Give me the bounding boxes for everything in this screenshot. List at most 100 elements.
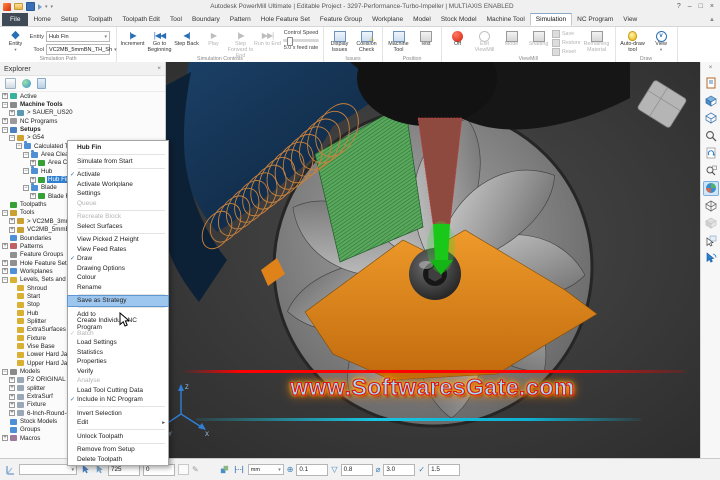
tool-select[interactable]: VC2MB_5mmBN_TH_Sh ▾ — [46, 44, 117, 55]
expand-toggle-icon[interactable]: + — [9, 385, 15, 392]
tree-item-machine-tools[interactable]: − Machine Tools — [2, 100, 165, 108]
block-icon[interactable] — [704, 94, 718, 107]
tab-toolpath[interactable]: Toolpath — [83, 13, 118, 26]
expand-toggle-icon[interactable]: − — [2, 209, 8, 216]
tab-machine-tool[interactable]: Machine Tool — [482, 13, 530, 26]
menu-item-drawing-options[interactable]: Drawing Options — [68, 264, 168, 274]
expand-toggle-icon[interactable]: + — [2, 93, 8, 100]
expand-toggle-icon[interactable]: + — [2, 118, 8, 125]
maximize-button[interactable]: □ — [699, 3, 703, 10]
tab-nc-program[interactable]: NC Program — [572, 13, 618, 26]
expand-toggle-icon[interactable]: − — [2, 126, 8, 133]
menu-item-view-feed-rates[interactable]: View Feed Rates — [68, 245, 168, 255]
menu-item-load-tool-cutting-data[interactable]: Load Tool Cutting Data — [68, 386, 168, 396]
shaded-view-icon[interactable] — [702, 180, 719, 196]
menu-item-save-as-strategy[interactable]: Save as Strategy — [67, 295, 169, 307]
tab-tool[interactable]: Tool — [165, 13, 187, 26]
explorer-close-icon[interactable]: × — [157, 65, 161, 72]
entity-button[interactable]: ◆ Entity ▾ — [2, 28, 29, 53]
expand-toggle-icon[interactable]: − — [16, 143, 22, 150]
expand-toggle-icon[interactable]: + — [9, 401, 15, 408]
expand-toggle-icon[interactable]: − — [23, 151, 29, 158]
viewmill-reset-button[interactable]: Reset — [552, 48, 581, 56]
viewmill-shading-button[interactable]: Shading — [525, 28, 552, 48]
menu-item-load-settings[interactable]: Load Settings — [68, 338, 168, 348]
expand-toggle-icon[interactable]: − — [2, 101, 8, 108]
menu-item-settings[interactable]: Settings — [68, 189, 168, 199]
minimize-button[interactable]: – — [688, 3, 692, 10]
menu-item-rename[interactable]: Rename — [68, 283, 168, 293]
expand-toggle-icon[interactable]: + — [9, 218, 15, 225]
tab-stock-model[interactable]: Stock Model — [436, 13, 482, 26]
wireframe-view-icon[interactable] — [704, 199, 718, 212]
entity-select[interactable]: Hub Fin ▾ — [46, 31, 110, 42]
menu-item-analyse[interactable]: Analyse — [68, 376, 168, 386]
save-project-icon[interactable] — [26, 2, 35, 11]
explorer-globe-icon[interactable] — [22, 79, 31, 88]
expand-toggle-icon[interactable]: + — [9, 226, 15, 233]
tab-view[interactable]: View — [618, 13, 642, 26]
expand-toggle-icon[interactable]: − — [23, 184, 29, 191]
view-toolbar-close-icon[interactable]: × — [709, 64, 713, 72]
menu-item-queue[interactable]: Queue — [68, 199, 168, 209]
menu-item-include-in-nc-program[interactable]: ✓ Include in NC Program — [68, 395, 168, 405]
collision-check-button[interactable]: Collision Check — [353, 28, 380, 54]
tab-boundary[interactable]: Boundary — [187, 13, 225, 26]
tree-item-setups[interactable]: − Setups — [2, 125, 165, 133]
expand-toggle-icon[interactable]: + — [30, 159, 36, 166]
help-button[interactable]: ? — [677, 3, 681, 10]
menu-item-remove-from-setup[interactable]: Remove from Setup — [68, 445, 168, 455]
menu-item-recreate-block[interactable]: Recreate Block — [68, 212, 168, 222]
tab-toolpath-edit[interactable]: Toolpath Edit — [117, 13, 165, 26]
step-back-button[interactable]: ◀| Step Back — [173, 28, 200, 48]
exit-viewmill-button[interactable]: Exit ViewMill — [471, 28, 498, 54]
menu-item-colour[interactable]: Colour — [68, 273, 168, 283]
expand-toggle-icon[interactable]: + — [30, 193, 36, 200]
tree-item-sauer-us20[interactable]: + > SAUER_US20 — [2, 109, 165, 117]
menu-item-verify[interactable]: Verify — [68, 367, 168, 377]
expand-toggle-icon[interactable]: + — [2, 435, 8, 442]
tab-file[interactable]: File — [2, 13, 29, 26]
menu-item-create-individual-nc-program[interactable]: Create Individual NC Program — [68, 317, 168, 331]
menu-item-properties[interactable]: Properties — [68, 357, 168, 367]
expand-toggle-icon[interactable]: − — [9, 134, 15, 141]
step-forward-to-end-button[interactable]: |▶ Step Forward to End — [227, 28, 254, 59]
menu-item-activate-workplane[interactable]: Activate Workplane — [68, 180, 168, 190]
expand-toggle-icon[interactable]: − — [2, 276, 8, 283]
expand-toggle-icon[interactable]: + — [9, 376, 15, 383]
increment-button[interactable]: |▶ Increment — [119, 28, 146, 48]
explorer-views-icon[interactable] — [5, 78, 16, 89]
menu-item-view-picked-z-height[interactable]: View Picked Z Height — [68, 235, 168, 245]
expand-toggle-icon[interactable]: + — [2, 243, 8, 250]
tab-pattern[interactable]: Pattern — [225, 13, 256, 26]
play-button[interactable]: ▶ Play — [200, 28, 227, 48]
tab-hole-feature-set[interactable]: Hole Feature Set — [256, 13, 315, 26]
menu-item-invert-selection[interactable]: Invert Selection — [68, 409, 168, 419]
hidden-wireframe-icon[interactable] — [704, 217, 718, 230]
expand-toggle-icon[interactable]: + — [9, 393, 15, 400]
explorer-delete-icon[interactable] — [37, 78, 46, 89]
diameter-field[interactable]: 3.0 — [383, 463, 416, 476]
tree-item-nc-programs[interactable]: + NC Programs — [2, 117, 165, 125]
menu-item-activate[interactable]: ✓ Activate — [68, 170, 168, 180]
block-status-icon[interactable] — [219, 464, 230, 475]
expand-toggle-icon[interactable]: + — [30, 176, 36, 183]
zoom-box-icon[interactable] — [704, 164, 718, 177]
expand-toggle-icon[interactable]: − — [23, 168, 29, 175]
refresh-view-icon[interactable] — [704, 147, 718, 160]
menu-item-edit[interactable]: Edit ▸ — [68, 418, 168, 428]
viewmill-mode-button[interactable]: Mode — [498, 28, 525, 48]
tab-setup[interactable]: Setup — [56, 13, 83, 26]
collapse-ribbon-icon[interactable]: ▲ — [709, 17, 720, 23]
tab-workplane[interactable]: Workplane — [367, 13, 408, 26]
toolbar-options-icon[interactable] — [704, 77, 718, 90]
viewmill-restore-button[interactable]: Restore — [552, 39, 581, 47]
close-button[interactable]: × — [710, 3, 714, 10]
menu-item-statistics[interactable]: Statistics — [68, 348, 168, 358]
workplane-box-icon[interactable] — [704, 112, 718, 125]
auto-draw-tool-button[interactable]: Auto-draw tool — [618, 28, 648, 54]
menu-item-select-surfaces[interactable]: Select Surfaces — [68, 222, 168, 232]
remaining-material-button[interactable]: Remaining Material — [581, 28, 613, 54]
viewmill-save-button[interactable]: Save — [552, 30, 581, 38]
expand-toggle-icon[interactable]: − — [2, 368, 8, 375]
